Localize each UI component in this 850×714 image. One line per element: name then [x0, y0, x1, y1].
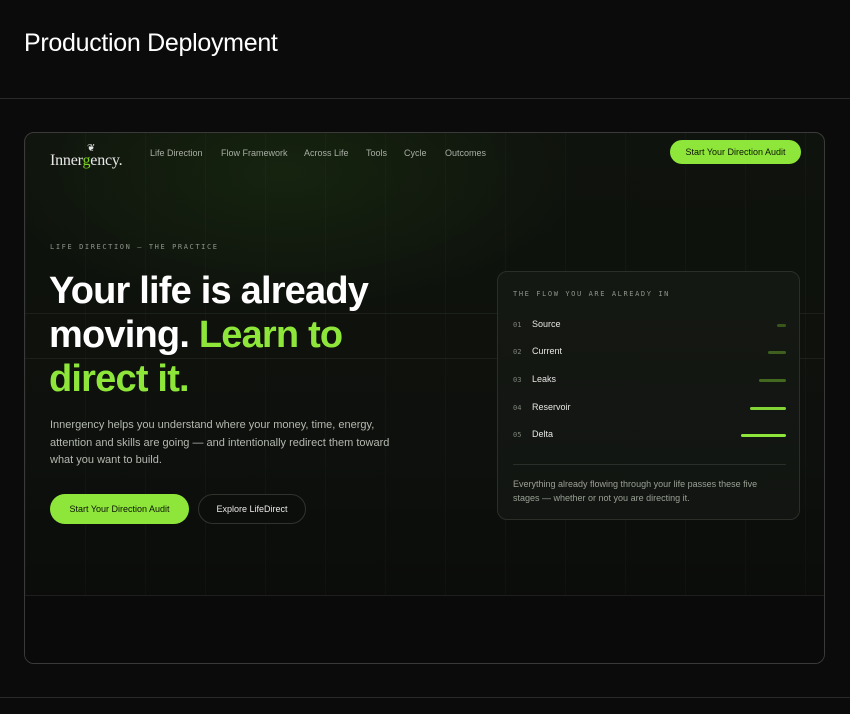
start-audit-button[interactable]: Start Your Direction Audit	[50, 494, 189, 524]
stage-name: Reservoir	[532, 402, 571, 412]
stage-name: Delta	[532, 429, 554, 439]
stage-number: 05	[513, 431, 522, 439]
stage-level-bar	[741, 434, 786, 437]
stage-row-leaks: 03 Leaks	[513, 374, 786, 388]
stage-row-current: 02 Current	[513, 346, 786, 360]
hero-headline: Your life is already moving. Learn to di…	[49, 269, 449, 401]
stage-number: 04	[513, 404, 522, 412]
nav-across-life[interactable]: Across Life	[304, 148, 349, 158]
stage-row-reservoir: 04 Reservoir	[513, 402, 786, 416]
nav-cycle[interactable]: Cycle	[404, 148, 427, 158]
nav-tools[interactable]: Tools	[366, 148, 387, 158]
card-title: THE FLOW YOU ARE ALREADY IN	[513, 290, 670, 298]
next-section-band	[25, 595, 824, 663]
bottom-divider	[0, 697, 850, 698]
innergency-logo[interactable]: ❦ Innergency.	[50, 143, 132, 173]
logo-wordmark: Innergency.	[50, 152, 123, 169]
hero-eyebrow: LIFE DIRECTION — THE PRACTICE	[50, 243, 219, 251]
card-note: Everything already flowing through your …	[513, 479, 758, 503]
explore-lifedirect-button[interactable]: Explore LifeDirect	[198, 494, 306, 524]
nav-flow-framework[interactable]: Flow Framework	[221, 148, 288, 158]
stage-level-bar	[759, 379, 786, 382]
nav-life-direction[interactable]: Life Direction	[150, 148, 203, 158]
stage-level-bar	[777, 324, 786, 327]
card-divider	[513, 464, 786, 465]
nav-outcomes[interactable]: Outcomes	[445, 148, 486, 158]
headline-line-2: moving. Learn to	[49, 314, 343, 356]
stage-number: 01	[513, 321, 522, 329]
headline-line-1: Your life is already	[49, 270, 369, 312]
stage-name: Current	[532, 346, 563, 356]
stage-row-source: 01 Source	[513, 319, 786, 333]
stage-name: Source	[532, 319, 561, 329]
flow-stages-card: THE FLOW YOU ARE ALREADY IN 01 Source 02…	[497, 271, 800, 520]
hero-description: Innergency helps you understand where yo…	[50, 419, 390, 466]
stage-level-bar	[750, 407, 786, 410]
site-preview: ❦ Innergency. Life Direction Flow Framew…	[24, 132, 825, 664]
deployment-header: Production Deployment	[0, 0, 850, 99]
stage-level-bar	[768, 351, 786, 354]
stage-number: 03	[513, 376, 522, 384]
page-title: Production Deployment	[24, 29, 278, 57]
stage-number: 02	[513, 348, 522, 356]
stage-name: Leaks	[532, 374, 557, 384]
stage-row-delta: 05 Delta	[513, 429, 786, 443]
headline-line-3: direct it.	[49, 358, 190, 400]
nav-start-audit-button[interactable]: Start Your Direction Audit	[670, 140, 801, 164]
